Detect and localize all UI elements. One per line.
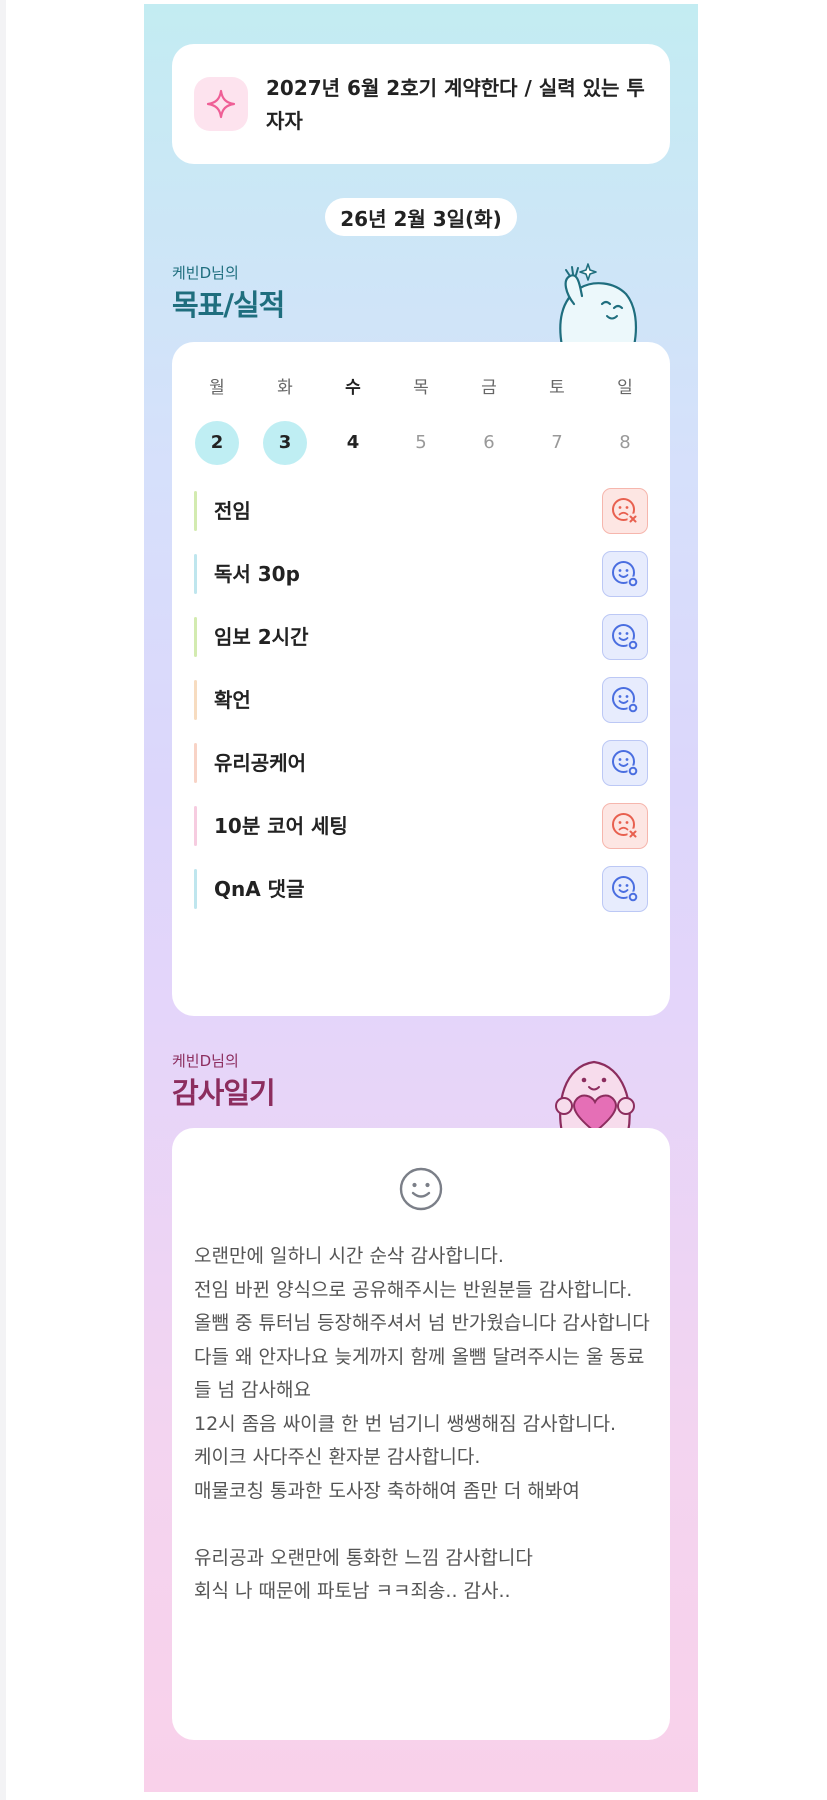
- goal-text: 2027년 6월 2호기 계약한다 / 실력 있는 투자자: [266, 76, 645, 133]
- sad-face-x-icon[interactable]: [602, 803, 648, 849]
- task-row[interactable]: 유리공케어: [194, 740, 648, 786]
- day-label: 토: [549, 378, 565, 398]
- task-color-bar: [194, 554, 197, 594]
- day-number[interactable]: 7: [535, 421, 579, 465]
- happy-face-check-icon[interactable]: [602, 866, 648, 912]
- day-number[interactable]: 3: [263, 421, 307, 465]
- task-name: 전임: [214, 499, 251, 523]
- task-row[interactable]: 독서 30p: [194, 551, 648, 597]
- day-label: 화: [277, 378, 293, 398]
- happy-face-check-icon[interactable]: [602, 740, 648, 786]
- task-row[interactable]: 전임: [194, 488, 648, 534]
- day-column[interactable]: 목 5: [398, 376, 444, 465]
- day-label: 수: [345, 378, 361, 398]
- day-column[interactable]: 일 8: [602, 376, 648, 465]
- diary-section-subtitle: 케빈D님의: [172, 1052, 239, 1070]
- day-number[interactable]: 6: [467, 421, 511, 465]
- waving-mascot-illustration: [559, 263, 637, 346]
- day-column[interactable]: 토 7: [534, 376, 580, 465]
- task-name: 임보 2시간: [214, 625, 309, 649]
- task-name: 확언: [214, 688, 251, 712]
- task-name: 유리공케어: [214, 751, 306, 775]
- day-label: 목: [413, 378, 429, 398]
- goals-section-title: 목표/실적: [172, 288, 285, 322]
- day-number[interactable]: 2: [195, 421, 239, 465]
- day-column[interactable]: 화 3: [262, 376, 308, 465]
- task-color-bar: [194, 743, 197, 783]
- task-color-bar: [194, 491, 197, 531]
- task-row[interactable]: 임보 2시간: [194, 614, 648, 660]
- task-name: QnA 댓글: [214, 877, 305, 901]
- task-row[interactable]: 10분 코어 세팅: [194, 803, 648, 849]
- day-column[interactable]: 월 2: [194, 376, 240, 465]
- day-number[interactable]: 8: [603, 421, 647, 465]
- gratitude-diary-card: 오랜만에 일하니 시간 순삭 감사합니다. 전임 바뀐 양식으로 공유해주시는 …: [172, 1128, 670, 1740]
- task-row[interactable]: 확언: [194, 677, 648, 723]
- goals-card: 월 2 화 3 수 4 목 5 금 6 토 7 일 8 전임 독서 30p 임보…: [172, 342, 670, 1016]
- task-row[interactable]: QnA 댓글: [194, 866, 648, 912]
- diary-section-title: 감사일기: [172, 1076, 276, 1110]
- task-color-bar: [194, 617, 197, 657]
- diary-text: 오랜만에 일하니 시간 순삭 감사합니다. 전임 바뀐 양식으로 공유해주시는 …: [194, 1245, 650, 1602]
- sparkle-icon: [194, 77, 248, 131]
- day-label: 일: [617, 378, 633, 398]
- goal-card[interactable]: 2027년 6월 2호기 계약한다 / 실력 있는 투자자: [172, 44, 670, 164]
- smile-icon: [399, 1167, 443, 1211]
- task-color-bar: [194, 869, 197, 909]
- day-column[interactable]: 수 4: [330, 376, 376, 465]
- task-color-bar: [194, 806, 197, 846]
- app-screen: 2027년 6월 2호기 계약한다 / 실력 있는 투자자 26년 2월 3일(…: [144, 4, 698, 1792]
- sad-face-x-icon[interactable]: [602, 488, 648, 534]
- day-number[interactable]: 5: [399, 421, 443, 465]
- happy-face-check-icon[interactable]: [602, 551, 648, 597]
- day-label: 금: [481, 378, 497, 398]
- date-label[interactable]: 26년 2월 3일(화): [325, 198, 517, 236]
- day-number[interactable]: 4: [331, 421, 375, 465]
- task-color-bar: [194, 680, 197, 720]
- happy-face-check-icon[interactable]: [602, 614, 648, 660]
- happy-face-check-icon[interactable]: [602, 677, 648, 723]
- day-label: 월: [209, 378, 225, 398]
- goals-section-subtitle: 케빈D님의: [172, 264, 239, 282]
- task-name: 10분 코어 세팅: [214, 814, 348, 838]
- heart-mascot-illustration: [555, 1060, 635, 1132]
- task-name: 독서 30p: [214, 562, 300, 586]
- day-column[interactable]: 금 6: [466, 376, 512, 465]
- left-edge-strip: [0, 0, 6, 1800]
